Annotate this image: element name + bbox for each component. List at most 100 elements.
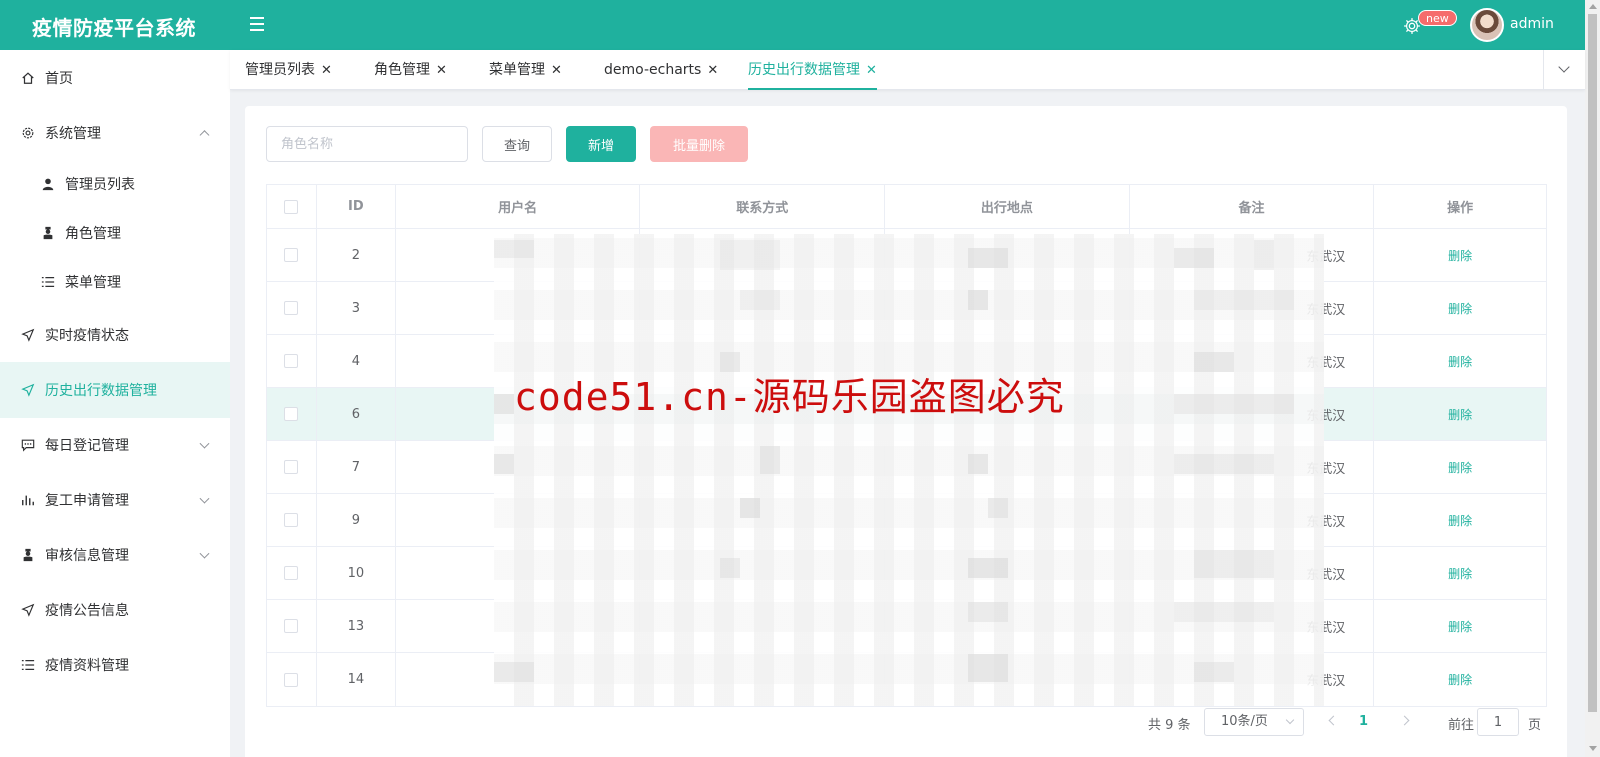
row-checkbox[interactable] (284, 301, 299, 315)
row-username (396, 547, 641, 599)
delete-link[interactable]: 删除 (1448, 512, 1472, 529)
row-checkbox[interactable] (284, 460, 299, 474)
sidebar-item-review[interactable]: 审核信息管理 (0, 527, 230, 583)
delete-link[interactable]: 删除 (1448, 247, 1472, 264)
delete-link[interactable]: 删除 (1448, 353, 1472, 370)
row-checkbox[interactable] (284, 566, 299, 580)
username-label[interactable]: admin (1510, 16, 1554, 32)
tab-role[interactable]: 角色管理 ✕ (374, 50, 447, 90)
query-button[interactable]: 查询 (482, 126, 552, 162)
current-page-number[interactable]: 1 (1359, 714, 1368, 729)
row-checkbox[interactable] (284, 672, 299, 687)
tabs-more-dropdown[interactable] (1543, 50, 1585, 90)
user-icon (40, 176, 56, 192)
menu-toggle-icon[interactable] (248, 14, 268, 34)
column-header-username[interactable]: 用户名 (396, 185, 641, 228)
sidebar-item-resume-work[interactable]: 复工申请管理 (0, 472, 230, 528)
page-size-select[interactable]: 10条/页 (1204, 708, 1304, 736)
sidebar-item-role[interactable]: 角色管理 (0, 208, 230, 258)
row-contact (640, 335, 886, 387)
next-page-button[interactable] (1399, 714, 1413, 728)
page-scrollbar[interactable] (1585, 0, 1600, 757)
row-checkbox[interactable] (284, 407, 299, 421)
sidebar-item-label: 每日登记管理 (45, 438, 129, 454)
add-button[interactable]: 新增 (566, 126, 636, 162)
row-place (885, 494, 1130, 546)
table-row[interactable]: 13 东武汉 删除 (267, 600, 1546, 653)
chevron-down-icon (199, 438, 210, 449)
table-row[interactable]: 2 东武汉 删除 (267, 229, 1546, 282)
row-id: 4 (317, 335, 396, 387)
goto-page-input[interactable] (1477, 708, 1519, 736)
sidebar-item-realtime[interactable]: 实时疫情状态 (0, 307, 230, 363)
scroll-down-arrow-icon[interactable] (1589, 746, 1597, 751)
batch-delete-button[interactable]: 批量删除 (650, 126, 748, 162)
delete-link[interactable]: 删除 (1448, 671, 1472, 688)
table-row[interactable]: 6 东武汉 删除 (267, 388, 1546, 441)
close-icon[interactable]: ✕ (321, 51, 332, 91)
sidebar-item-menu[interactable]: 菜单管理 (0, 257, 230, 307)
sidebar-item-label: 审核信息管理 (45, 548, 129, 564)
sidebar-item-materials[interactable]: 疫情资料管理 (0, 637, 230, 693)
table-row[interactable]: 4 东武汉 删除 (267, 335, 1546, 388)
delete-link[interactable]: 删除 (1448, 459, 1472, 476)
delete-link[interactable]: 删除 (1448, 406, 1472, 423)
column-header-contact[interactable]: 联系方式 (640, 185, 886, 228)
close-icon[interactable]: ✕ (707, 51, 718, 91)
row-note: 东武汉 (1130, 229, 1375, 281)
row-place (885, 441, 1130, 493)
chevron-right-icon (1399, 715, 1410, 726)
content-card: 查询 新增 批量删除 ID 用户名 联系方式 出行地点 备注 操作 2 东武汉 … (245, 106, 1567, 757)
app-title: 疫情防疫平台系统 (32, 16, 196, 40)
close-icon[interactable]: ✕ (436, 51, 447, 91)
row-id: 14 (317, 653, 396, 706)
tab-demo-echarts[interactable]: demo-echarts ✕ (604, 50, 718, 90)
column-header-id[interactable]: ID (317, 185, 396, 228)
select-all-checkbox[interactable] (284, 199, 299, 214)
tab-admin-list[interactable]: 管理员列表 ✕ (245, 50, 332, 90)
delete-link[interactable]: 删除 (1448, 300, 1472, 317)
sidebar-item-home[interactable]: 首页 (0, 50, 230, 106)
table-row[interactable]: 9 东武汉 删除 (267, 494, 1546, 547)
role-icon (40, 225, 56, 241)
tab-menu[interactable]: 菜单管理 ✕ (489, 50, 562, 90)
row-checkbox[interactable] (284, 248, 299, 262)
row-note: 东武汉 (1130, 653, 1375, 706)
top-header: 疫情防疫平台系统 new admin (0, 0, 1585, 50)
sidebar-item-system[interactable]: 系统管理 (0, 105, 230, 161)
avatar[interactable] (1470, 8, 1504, 42)
scrollbar-thumb[interactable] (1588, 14, 1597, 712)
tab-history-travel[interactable]: 历史出行数据管理 ✕ (748, 50, 877, 90)
sidebar-item-label: 疫情公告信息 (45, 603, 129, 619)
chevron-down-icon (199, 548, 210, 559)
scroll-up-arrow-icon[interactable] (1589, 4, 1597, 9)
sidebar-item-notice[interactable]: 疫情公告信息 (0, 582, 230, 638)
sidebar-item-daily[interactable]: 每日登记管理 (0, 417, 230, 473)
sidebar-item-label: 角色管理 (65, 226, 121, 242)
row-checkbox[interactable] (284, 354, 299, 368)
sidebar-item-admin-list[interactable]: 管理员列表 (0, 159, 230, 209)
close-icon[interactable]: ✕ (866, 51, 877, 91)
delete-link[interactable]: 删除 (1448, 618, 1472, 635)
sidebar-item-label: 历史出行数据管理 (45, 383, 157, 399)
column-header-note[interactable]: 备注 (1130, 185, 1375, 228)
table-row[interactable]: 7 东武汉 删除 (267, 441, 1546, 494)
header-select-all-cell[interactable] (267, 185, 317, 228)
row-username (396, 653, 641, 706)
row-contact (640, 388, 886, 440)
delete-link[interactable]: 删除 (1448, 565, 1472, 582)
row-note: 东武汉 (1130, 282, 1375, 334)
table-row[interactable]: 14 东武汉 删除 (267, 653, 1546, 706)
column-header-place[interactable]: 出行地点 (885, 185, 1130, 228)
row-checkbox[interactable] (284, 619, 299, 633)
role-name-search-input[interactable] (266, 126, 468, 162)
row-checkbox[interactable] (284, 513, 299, 527)
prev-page-button[interactable] (1327, 714, 1339, 728)
table-row[interactable]: 3 东武汉 删除 (267, 282, 1546, 335)
row-contact (640, 547, 886, 599)
close-icon[interactable]: ✕ (551, 51, 562, 91)
table-row[interactable]: 10 东武汉 删除 (267, 547, 1546, 600)
sidebar-item-history[interactable]: 历史出行数据管理 (0, 362, 230, 418)
tabs-bar: 管理员列表 ✕ 角色管理 ✕ 菜单管理 ✕ demo-echarts ✕ 历史出行数据管… (230, 50, 1585, 90)
list-icon (20, 657, 36, 673)
